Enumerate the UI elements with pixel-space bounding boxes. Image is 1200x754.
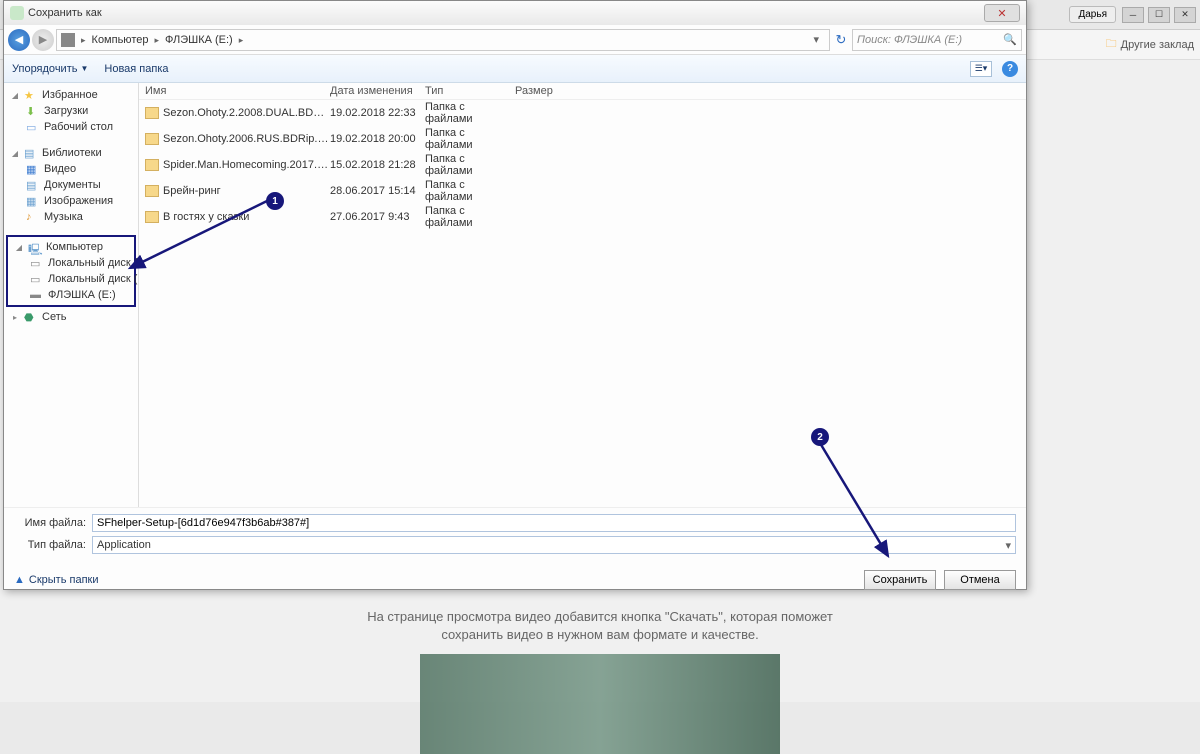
caption-line: На странице просмотра видео добавится кн… <box>0 608 1200 626</box>
file-type: Папка с файлами <box>425 179 515 203</box>
bookmarks-label[interactable]: Другие заклад <box>1121 39 1194 51</box>
help-button[interactable]: ? <box>1002 61 1018 77</box>
file-name: Брейн-ринг <box>163 185 330 197</box>
dialog-title: Сохранить как <box>28 7 102 19</box>
dialog-titlebar: Сохранить как ✕ <box>4 1 1026 25</box>
dialog-actions: ▲Скрыть папки Сохранить Отмена <box>4 564 1026 598</box>
file-name: Spider.Man.Homecoming.2017.BDRip.1.4... <box>163 159 330 171</box>
dialog-nav-bar: ◀ ▶ Компьютер ФЛЭШКА (E:) ▾ ↻ Поиск: ФЛЭ… <box>4 25 1026 55</box>
save-as-dialog: Сохранить как ✕ ◀ ▶ Компьютер ФЛЭШКА (E:… <box>3 0 1027 590</box>
file-type: Папка с файлами <box>425 101 515 125</box>
search-icon: 🔍 <box>1003 33 1017 46</box>
tree-desktop[interactable]: ▭Рабочий стол <box>4 119 138 135</box>
tree-disk-d[interactable]: ▭Локальный диск (D <box>8 271 134 287</box>
hide-folders-link[interactable]: ▲Скрыть папки <box>14 574 98 586</box>
new-folder-button[interactable]: Новая папка <box>104 63 168 75</box>
tree-videos[interactable]: ▦Видео <box>4 161 138 177</box>
col-date[interactable]: Дата изменения <box>330 85 425 97</box>
tree-disk-c[interactable]: ▭Локальный диск (C <box>8 255 134 271</box>
file-date: 28.06.2017 15:14 <box>330 185 425 197</box>
crumb-dropdown-icon[interactable]: ▾ <box>807 33 825 46</box>
file-date: 15.02.2018 21:28 <box>330 159 425 171</box>
file-list: Имя Дата изменения Тип Размер Sezon.Ohot… <box>139 83 1026 507</box>
tree-music[interactable]: ♪Музыка <box>4 209 138 225</box>
file-date: 19.02.2018 22:33 <box>330 107 425 119</box>
col-type[interactable]: Тип <box>425 85 515 97</box>
breadcrumb-bar[interactable]: Компьютер ФЛЭШКА (E:) ▾ <box>56 29 830 51</box>
tree-computer[interactable]: ◢🖳Компьютер <box>8 239 134 255</box>
folder-icon <box>145 159 159 171</box>
back-button[interactable]: ◀ <box>8 29 30 51</box>
file-name-input[interactable] <box>92 514 1016 532</box>
file-type: Папка с файлами <box>425 205 515 229</box>
file-date: 19.02.2018 20:00 <box>330 133 425 145</box>
user-badge[interactable]: Дарья <box>1069 6 1116 23</box>
dialog-footer: Имя файла: Тип файла: Application <box>4 507 1026 564</box>
crumb-computer[interactable]: Компьютер <box>92 34 149 46</box>
folder-icon <box>145 107 159 119</box>
forward-button[interactable]: ▶ <box>32 29 54 51</box>
file-name: Sezon.Ohoty.2.2008.DUAL.BDRip.RERip.X... <box>163 107 330 119</box>
search-input[interactable]: Поиск: ФЛЭШКА (E:) 🔍 <box>852 29 1022 51</box>
crumb-flash[interactable]: ФЛЭШКА (E:) <box>165 34 233 46</box>
page-thumbnail <box>420 654 780 754</box>
search-placeholder: Поиск: ФЛЭШКА (E:) <box>857 34 962 46</box>
file-name-label: Имя файла: <box>14 517 86 529</box>
drive-icon <box>61 33 75 47</box>
organize-menu[interactable]: Упорядочить▼ <box>12 63 88 75</box>
file-type-select[interactable]: Application <box>92 536 1016 554</box>
minimize-button[interactable]: ─ <box>1122 7 1144 23</box>
file-row[interactable]: Sezon.Ohoty.2006.RUS.BDRip.XviD.AC3.-...… <box>139 126 1026 152</box>
tree-network[interactable]: ▸⬣Сеть <box>4 309 138 325</box>
annotation-badge-1: 1 <box>266 192 284 210</box>
cancel-button[interactable]: Отмена <box>944 570 1016 590</box>
refresh-button[interactable]: ↻ <box>832 31 850 49</box>
save-button[interactable]: Сохранить <box>864 570 936 590</box>
folder-icon: 🗀 <box>1106 35 1117 54</box>
file-type-label: Тип файла: <box>14 539 86 551</box>
annotation-box: ◢🖳Компьютер ▭Локальный диск (C ▭Локальны… <box>6 235 136 307</box>
tree-pictures[interactable]: ▦Изображения <box>4 193 138 209</box>
nav-tree: ◢★Избранное ⬇Загрузки ▭Рабочий стол ◢▤Би… <box>4 83 139 507</box>
caption-line: сохранить видео в нужном вам формате и к… <box>0 626 1200 644</box>
tree-flash[interactable]: ▬ФЛЭШКА (E:) <box>8 287 134 303</box>
file-type: Папка с файлами <box>425 153 515 177</box>
close-button[interactable]: ✕ <box>1174 7 1196 23</box>
view-mode-button[interactable]: ☰▾ <box>970 61 992 77</box>
file-name: В гостях у сказки <box>163 211 330 223</box>
command-bar: Упорядочить▼ Новая папка ☰▾ ? <box>4 55 1026 83</box>
tree-favorites[interactable]: ◢★Избранное <box>4 87 138 103</box>
folder-icon <box>145 133 159 145</box>
file-date: 27.06.2017 9:43 <box>330 211 425 223</box>
tree-libraries[interactable]: ◢▤Библиотеки <box>4 145 138 161</box>
tree-documents[interactable]: ▤Документы <box>4 177 138 193</box>
page-caption: На странице просмотра видео добавится кн… <box>0 608 1200 644</box>
maximize-button[interactable]: ☐ <box>1148 7 1170 23</box>
file-name: Sezon.Ohoty.2006.RUS.BDRip.XviD.AC3.-... <box>163 133 330 145</box>
app-icon <box>10 6 24 20</box>
file-row[interactable]: Spider.Man.Homecoming.2017.BDRip.1.4...1… <box>139 152 1026 178</box>
dialog-close-button[interactable]: ✕ <box>984 4 1020 22</box>
folder-icon <box>145 185 159 197</box>
file-row[interactable]: Sezon.Ohoty.2.2008.DUAL.BDRip.RERip.X...… <box>139 100 1026 126</box>
window-controls: ─ ☐ ✕ <box>1122 7 1200 23</box>
column-headers[interactable]: Имя Дата изменения Тип Размер <box>139 83 1026 100</box>
file-type: Папка с файлами <box>425 127 515 151</box>
col-name[interactable]: Имя <box>145 85 330 97</box>
folder-icon <box>145 211 159 223</box>
tree-downloads[interactable]: ⬇Загрузки <box>4 103 138 119</box>
annotation-badge-2: 2 <box>811 428 829 446</box>
col-size[interactable]: Размер <box>515 85 575 97</box>
